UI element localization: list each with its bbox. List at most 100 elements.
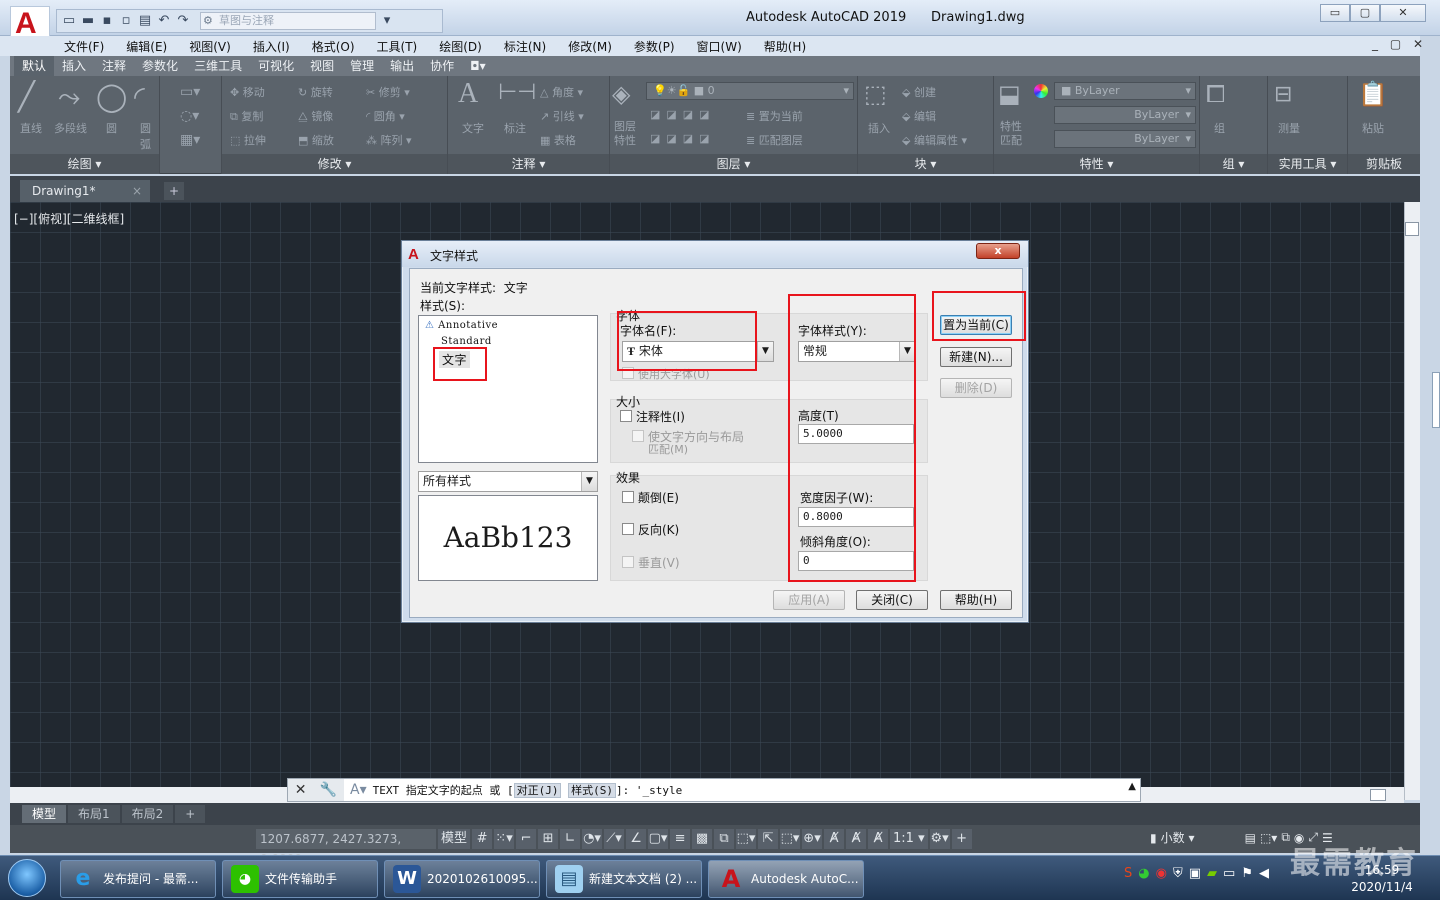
snap-icon[interactable]: ⁙▾ <box>494 829 515 849</box>
object-snap-icon[interactable]: ▢▾ <box>648 829 669 849</box>
polar-icon[interactable]: ◔▾ <box>582 829 603 849</box>
leader-tool[interactable]: ↗ 引线 ▾ <box>540 108 584 124</box>
styles-list[interactable]: ⚠ Annotative Standard 文字 <box>418 315 598 463</box>
properties-panel-title[interactable]: 特性 ▾ <box>994 154 1199 174</box>
delete-style-button[interactable]: 删除(D) <box>940 378 1012 398</box>
layout-tab-model[interactable]: 模型 <box>22 805 67 823</box>
color-dropdown[interactable]: ■ ByLayer ▾ <box>1054 82 1196 100</box>
print-icon[interactable]: ▤ <box>137 13 153 29</box>
create-block-tool[interactable]: ⬙ 创建 <box>902 84 936 100</box>
document-window-controls[interactable]: _ ▢ ✕ <box>1372 37 1427 51</box>
insert-block-icon[interactable]: ⬚ <box>864 80 887 108</box>
clipboard-panel-title[interactable]: 剪贴板 <box>1348 154 1420 174</box>
minimize-button[interactable]: ▭ <box>1320 4 1350 22</box>
groups-panel-title[interactable]: 组 ▾ <box>1200 154 1267 174</box>
coordinates-readout[interactable]: 1207.6877, 2427.3273, 0.0000 <box>256 829 436 866</box>
option-justify[interactable]: 对正(J) <box>513 783 562 798</box>
angle-tool[interactable]: △ 角度 ▾ <box>540 84 583 100</box>
move-tool[interactable]: ✥ 移动 <box>230 84 265 100</box>
layer-properties-icon[interactable]: ◈ <box>612 80 630 108</box>
layers-panel-title[interactable]: 图层 ▾ <box>610 154 857 174</box>
command-line[interactable]: ✕ 🔧 A▾ TEXT 指定文字的起点 或 [对正(J) 样式(S)]: '_s… <box>287 778 1141 802</box>
taskbar-ie[interactable]: e 发布提问 - 最需... <box>60 860 216 898</box>
add-layout-button[interactable]: + <box>175 805 206 823</box>
layer-state-icons[interactable]: ◪◪◪◪ <box>650 108 716 121</box>
tray-flag-icon[interactable]: ⚑ <box>1241 866 1253 881</box>
edit-attributes-tool[interactable]: ⬙ 编辑属性 ▾ <box>902 132 967 148</box>
close-dialog-button[interactable]: 关闭(C) <box>856 590 928 610</box>
linetype-dropdown[interactable]: ByLayer ▾ <box>1054 106 1196 124</box>
object-snap-tracking-icon[interactable]: ∠ <box>626 829 647 849</box>
menu-file[interactable]: 文件(F) <box>64 38 104 55</box>
scale-tool[interactable]: ⬒ 缩放 <box>298 132 334 148</box>
ribbon-options-icon[interactable]: ◘▾ <box>462 56 494 76</box>
new-style-button[interactable]: 新建(N)... <box>940 347 1012 367</box>
apply-button[interactable]: 应用(A) <box>773 590 845 610</box>
menu-insert[interactable]: 插入(I) <box>253 38 290 55</box>
annotation-scale-select[interactable]: 1:1 ▾ <box>890 829 928 849</box>
circle-icon[interactable]: ◯ <box>96 80 127 113</box>
tab-3d-tools[interactable]: 三维工具 <box>186 56 250 76</box>
fillet-tool[interactable]: ◜ 圆角 ▾ <box>366 108 405 124</box>
3d-osnap-icon[interactable]: ⬚▾ <box>736 829 757 849</box>
taskbar-autocad[interactable]: A Autodesk AutoC... <box>708 860 864 898</box>
transparency-icon[interactable]: ▩ <box>692 829 713 849</box>
tab-collaborate[interactable]: 协作 <box>422 56 462 76</box>
match-properties-icon[interactable]: ⬓ <box>998 80 1021 108</box>
redo-icon[interactable]: ↷ <box>175 13 191 29</box>
qat-dropdown-icon[interactable]: ▾ <box>379 13 395 29</box>
close-icon[interactable]: ✕ <box>295 782 307 798</box>
tab-annotate[interactable]: 注释 <box>94 56 134 76</box>
undo-icon[interactable]: ↶ <box>156 13 172 29</box>
vertical-scroll-thumb[interactable] <box>1405 222 1419 236</box>
new-tab-button[interactable]: + <box>164 182 184 200</box>
style-filter-select[interactable]: 所有样式 ▼ <box>418 471 598 492</box>
save-icon[interactable]: ▪ <box>99 13 115 29</box>
rotate-tool[interactable]: ↻ 旋转 <box>298 84 333 100</box>
tray-antivirus-icon[interactable]: ◉ <box>1156 866 1167 881</box>
utilities-panel-title[interactable]: 实用工具 ▾ <box>1268 154 1347 174</box>
lineweight-dropdown[interactable]: ByLayer ▾ <box>1054 130 1196 148</box>
tray-shield-icon[interactable]: ⛨ <box>1173 866 1183 881</box>
style-item-standard[interactable]: Standard <box>441 336 492 347</box>
help-button[interactable]: 帮助(H) <box>940 590 1012 610</box>
menu-window[interactable]: 窗口(W) <box>697 38 742 55</box>
tray-volume-icon[interactable]: ◀ <box>1259 866 1269 881</box>
isolate-objects-icon[interactable]: ⧉ <box>1281 830 1290 845</box>
taskbar-notepad[interactable]: ▤ 新建文本文档 (2) ... <box>546 860 702 898</box>
annotation-panel-title[interactable]: 注释 ▾ <box>448 154 609 174</box>
tray-nvidia-icon[interactable]: ▰ <box>1207 866 1217 881</box>
vertical-checkbox[interactable] <box>622 556 634 568</box>
wrench-icon[interactable]: 🔧 <box>320 782 337 798</box>
viewport-controls[interactable]: [−][俯视][二维线框] <box>14 210 124 227</box>
dynamic-input-icon[interactable]: ⊞ <box>538 829 559 849</box>
annotative-checkbox[interactable] <box>620 410 632 422</box>
style-item-annotative[interactable]: ⚠ Annotative <box>425 320 498 331</box>
match-layer-tool[interactable]: ≣ 匹配图层 <box>746 132 803 148</box>
tray-wechat-icon[interactable]: ◕ <box>1138 866 1149 881</box>
annotation-visibility-icon[interactable]: Ⱥ <box>824 829 845 849</box>
match-orientation-checkbox[interactable] <box>632 430 644 442</box>
tab-view[interactable]: 视图 <box>302 56 342 76</box>
menu-draw[interactable]: 绘图(D) <box>439 38 482 55</box>
selection-filter-icon[interactable]: ⬚▾ <box>780 829 801 849</box>
units-select[interactable]: 小数 ▾ <box>1161 829 1241 846</box>
color-wheel-icon[interactable] <box>1034 84 1048 98</box>
paste-icon[interactable]: 📋 <box>1358 80 1388 108</box>
open-folder-icon[interactable]: ▬ <box>80 13 96 29</box>
group-icon[interactable]: ⧠ <box>1206 80 1225 108</box>
tab-output[interactable]: 输出 <box>382 56 422 76</box>
start-button[interactable] <box>8 859 46 897</box>
text-icon[interactable]: A <box>458 78 478 110</box>
menu-dimension[interactable]: 标注(N) <box>504 38 546 55</box>
isodraft-icon[interactable]: ⟋▾ <box>604 829 625 849</box>
workspace-select[interactable]: ⚙ 草图与注释 <box>200 12 376 30</box>
document-tab-drawing1[interactable]: Drawing1* × <box>20 180 150 202</box>
edit-block-tool[interactable]: ⬙ 编辑 <box>902 108 936 124</box>
close-tab-icon[interactable]: × <box>132 180 142 202</box>
layer-tool-icons[interactable]: ◪◪◪◪ <box>650 132 716 145</box>
annotation-monitor-icon[interactable]: + <box>951 829 972 849</box>
polyline-icon[interactable]: ⤳ <box>58 80 80 114</box>
dialog-title-bar[interactable]: A 文字样式 x <box>402 241 1028 267</box>
selection-cycling-icon[interactable]: ⧉ <box>714 829 735 849</box>
